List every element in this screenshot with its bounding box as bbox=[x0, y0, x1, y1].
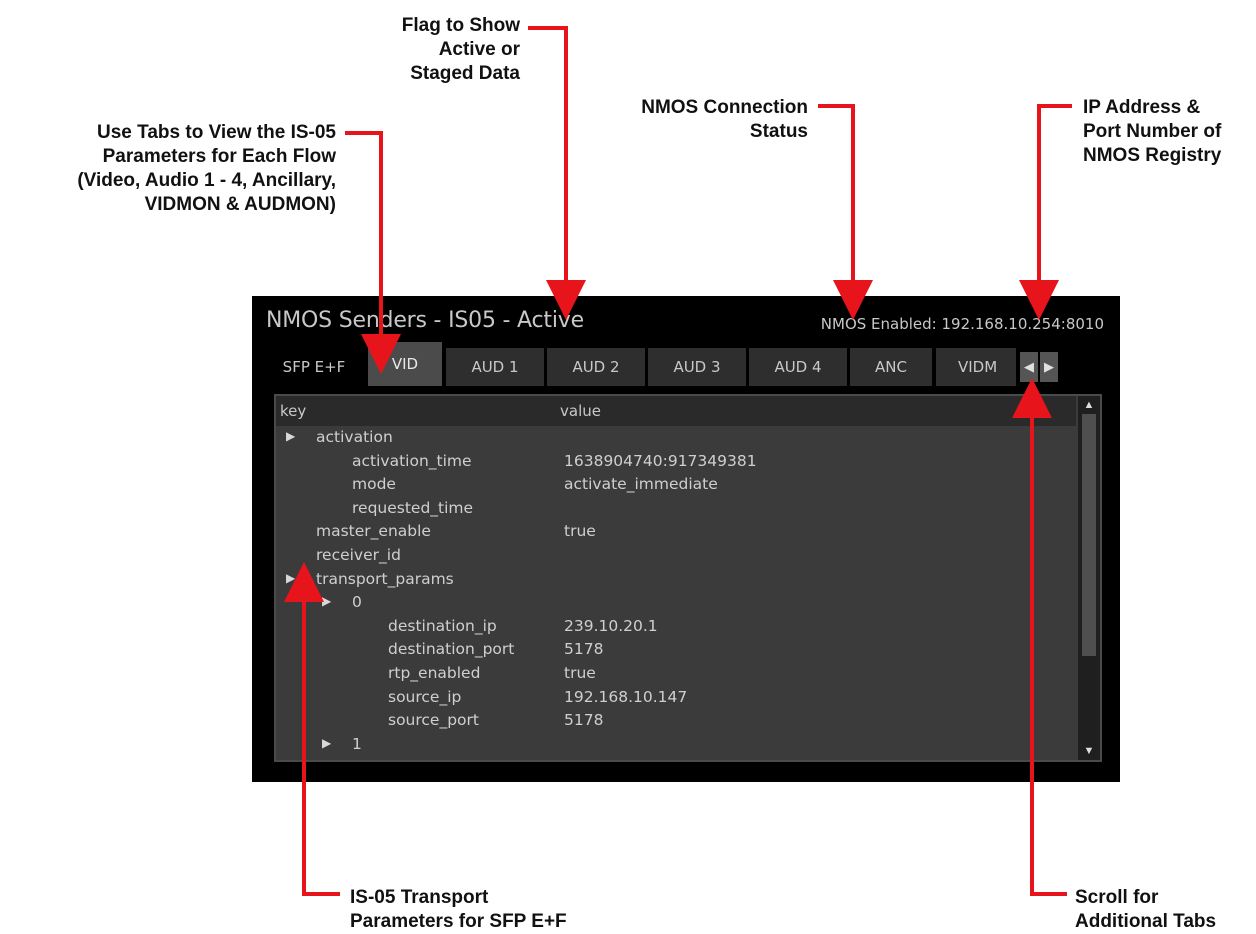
tab-scroll-right-button[interactable]: ▶ bbox=[1040, 352, 1058, 382]
triangle-left-icon: ◀ bbox=[1024, 359, 1034, 374]
tab-scroll-left-button[interactable]: ◀ bbox=[1020, 352, 1038, 382]
tab-bar: SFP E+F VID AUD 1 AUD 2 AUD 3 AUD 4 ANC … bbox=[266, 342, 1072, 386]
nmos-senders-panel: NMOS Senders - IS05 - Active NMOS Enable… bbox=[252, 296, 1120, 782]
table-row[interactable]: ▶ transport_params bbox=[276, 568, 1076, 592]
table-row[interactable]: mode activate_immediate bbox=[276, 473, 1076, 497]
expand-triangle-icon[interactable]: ▶ bbox=[322, 594, 331, 608]
tab-vidmon[interactable]: VIDM bbox=[936, 348, 1018, 386]
vertical-scrollbar[interactable]: ▲ ▼ bbox=[1078, 396, 1100, 760]
table-row[interactable]: source_ip 192.168.10.147 bbox=[276, 686, 1076, 710]
callout-tabs-help: Use Tabs to View the IS-05 Parameters fo… bbox=[77, 122, 336, 215]
table-row[interactable]: receiver_id bbox=[276, 544, 1076, 568]
expand-triangle-icon[interactable]: ▶ bbox=[286, 571, 295, 585]
scroll-up-icon[interactable]: ▲ bbox=[1081, 398, 1097, 412]
column-header-key: key bbox=[280, 402, 307, 420]
table-body: ▶ activation activation_time 1638904740:… bbox=[276, 426, 1076, 756]
tab-aud4[interactable]: AUD 4 bbox=[749, 348, 849, 386]
tab-group-label: SFP E+F bbox=[266, 348, 364, 386]
table-row[interactable]: activation_time 1638904740:917349381 bbox=[276, 450, 1076, 474]
tab-vid[interactable]: VID bbox=[368, 342, 444, 386]
arrow-flag bbox=[528, 26, 586, 320]
callout-scroll: Scroll for Additional Tabs bbox=[1075, 887, 1217, 932]
tab-anc[interactable]: ANC bbox=[850, 348, 934, 386]
callout-flag: Flag to Show Active or Staged Data bbox=[401, 15, 520, 84]
scrollbar-thumb[interactable] bbox=[1082, 414, 1096, 656]
column-header-value: value bbox=[560, 402, 601, 420]
table-row[interactable]: ▶ 1 bbox=[276, 733, 1076, 757]
scroll-down-icon[interactable]: ▼ bbox=[1081, 744, 1097, 758]
triangle-right-icon: ▶ bbox=[1044, 359, 1054, 374]
callout-transport: IS-05 Transport Parameters for SFP E+F bbox=[350, 887, 567, 932]
callout-nmos-status: NMOS Connection Status bbox=[641, 97, 808, 142]
table-row[interactable]: requested_time bbox=[276, 497, 1076, 521]
table-row[interactable]: destination_ip 239.10.20.1 bbox=[276, 615, 1076, 639]
tab-aud3[interactable]: AUD 3 bbox=[648, 348, 748, 386]
arrow-nmos-status bbox=[818, 104, 873, 320]
arrow-ip-address bbox=[1019, 104, 1072, 320]
callout-ip-address: IP Address & Port Number of NMOS Registr… bbox=[1083, 97, 1222, 166]
nmos-connection-status: NMOS Enabled: 192.168.10.254:8010 bbox=[820, 315, 1104, 333]
table-row[interactable]: source_port 5178 bbox=[276, 709, 1076, 733]
table-row[interactable]: ▶ activation bbox=[276, 426, 1076, 450]
expand-triangle-icon[interactable]: ▶ bbox=[286, 429, 295, 443]
table-row[interactable]: ▶ 0 bbox=[276, 591, 1076, 615]
parameter-table: key value ▶ activation activation_time 1… bbox=[274, 394, 1102, 762]
tab-aud2[interactable]: AUD 2 bbox=[547, 348, 647, 386]
tab-aud1[interactable]: AUD 1 bbox=[446, 348, 546, 386]
page-title: NMOS Senders - IS05 - Active bbox=[266, 308, 584, 333]
expand-triangle-icon[interactable]: ▶ bbox=[322, 736, 331, 750]
table-row[interactable]: destination_port 5178 bbox=[276, 638, 1076, 662]
table-row[interactable]: master_enable true bbox=[276, 520, 1076, 544]
table-header: key value bbox=[276, 396, 1076, 426]
table-row[interactable]: rtp_enabled true bbox=[276, 662, 1076, 686]
